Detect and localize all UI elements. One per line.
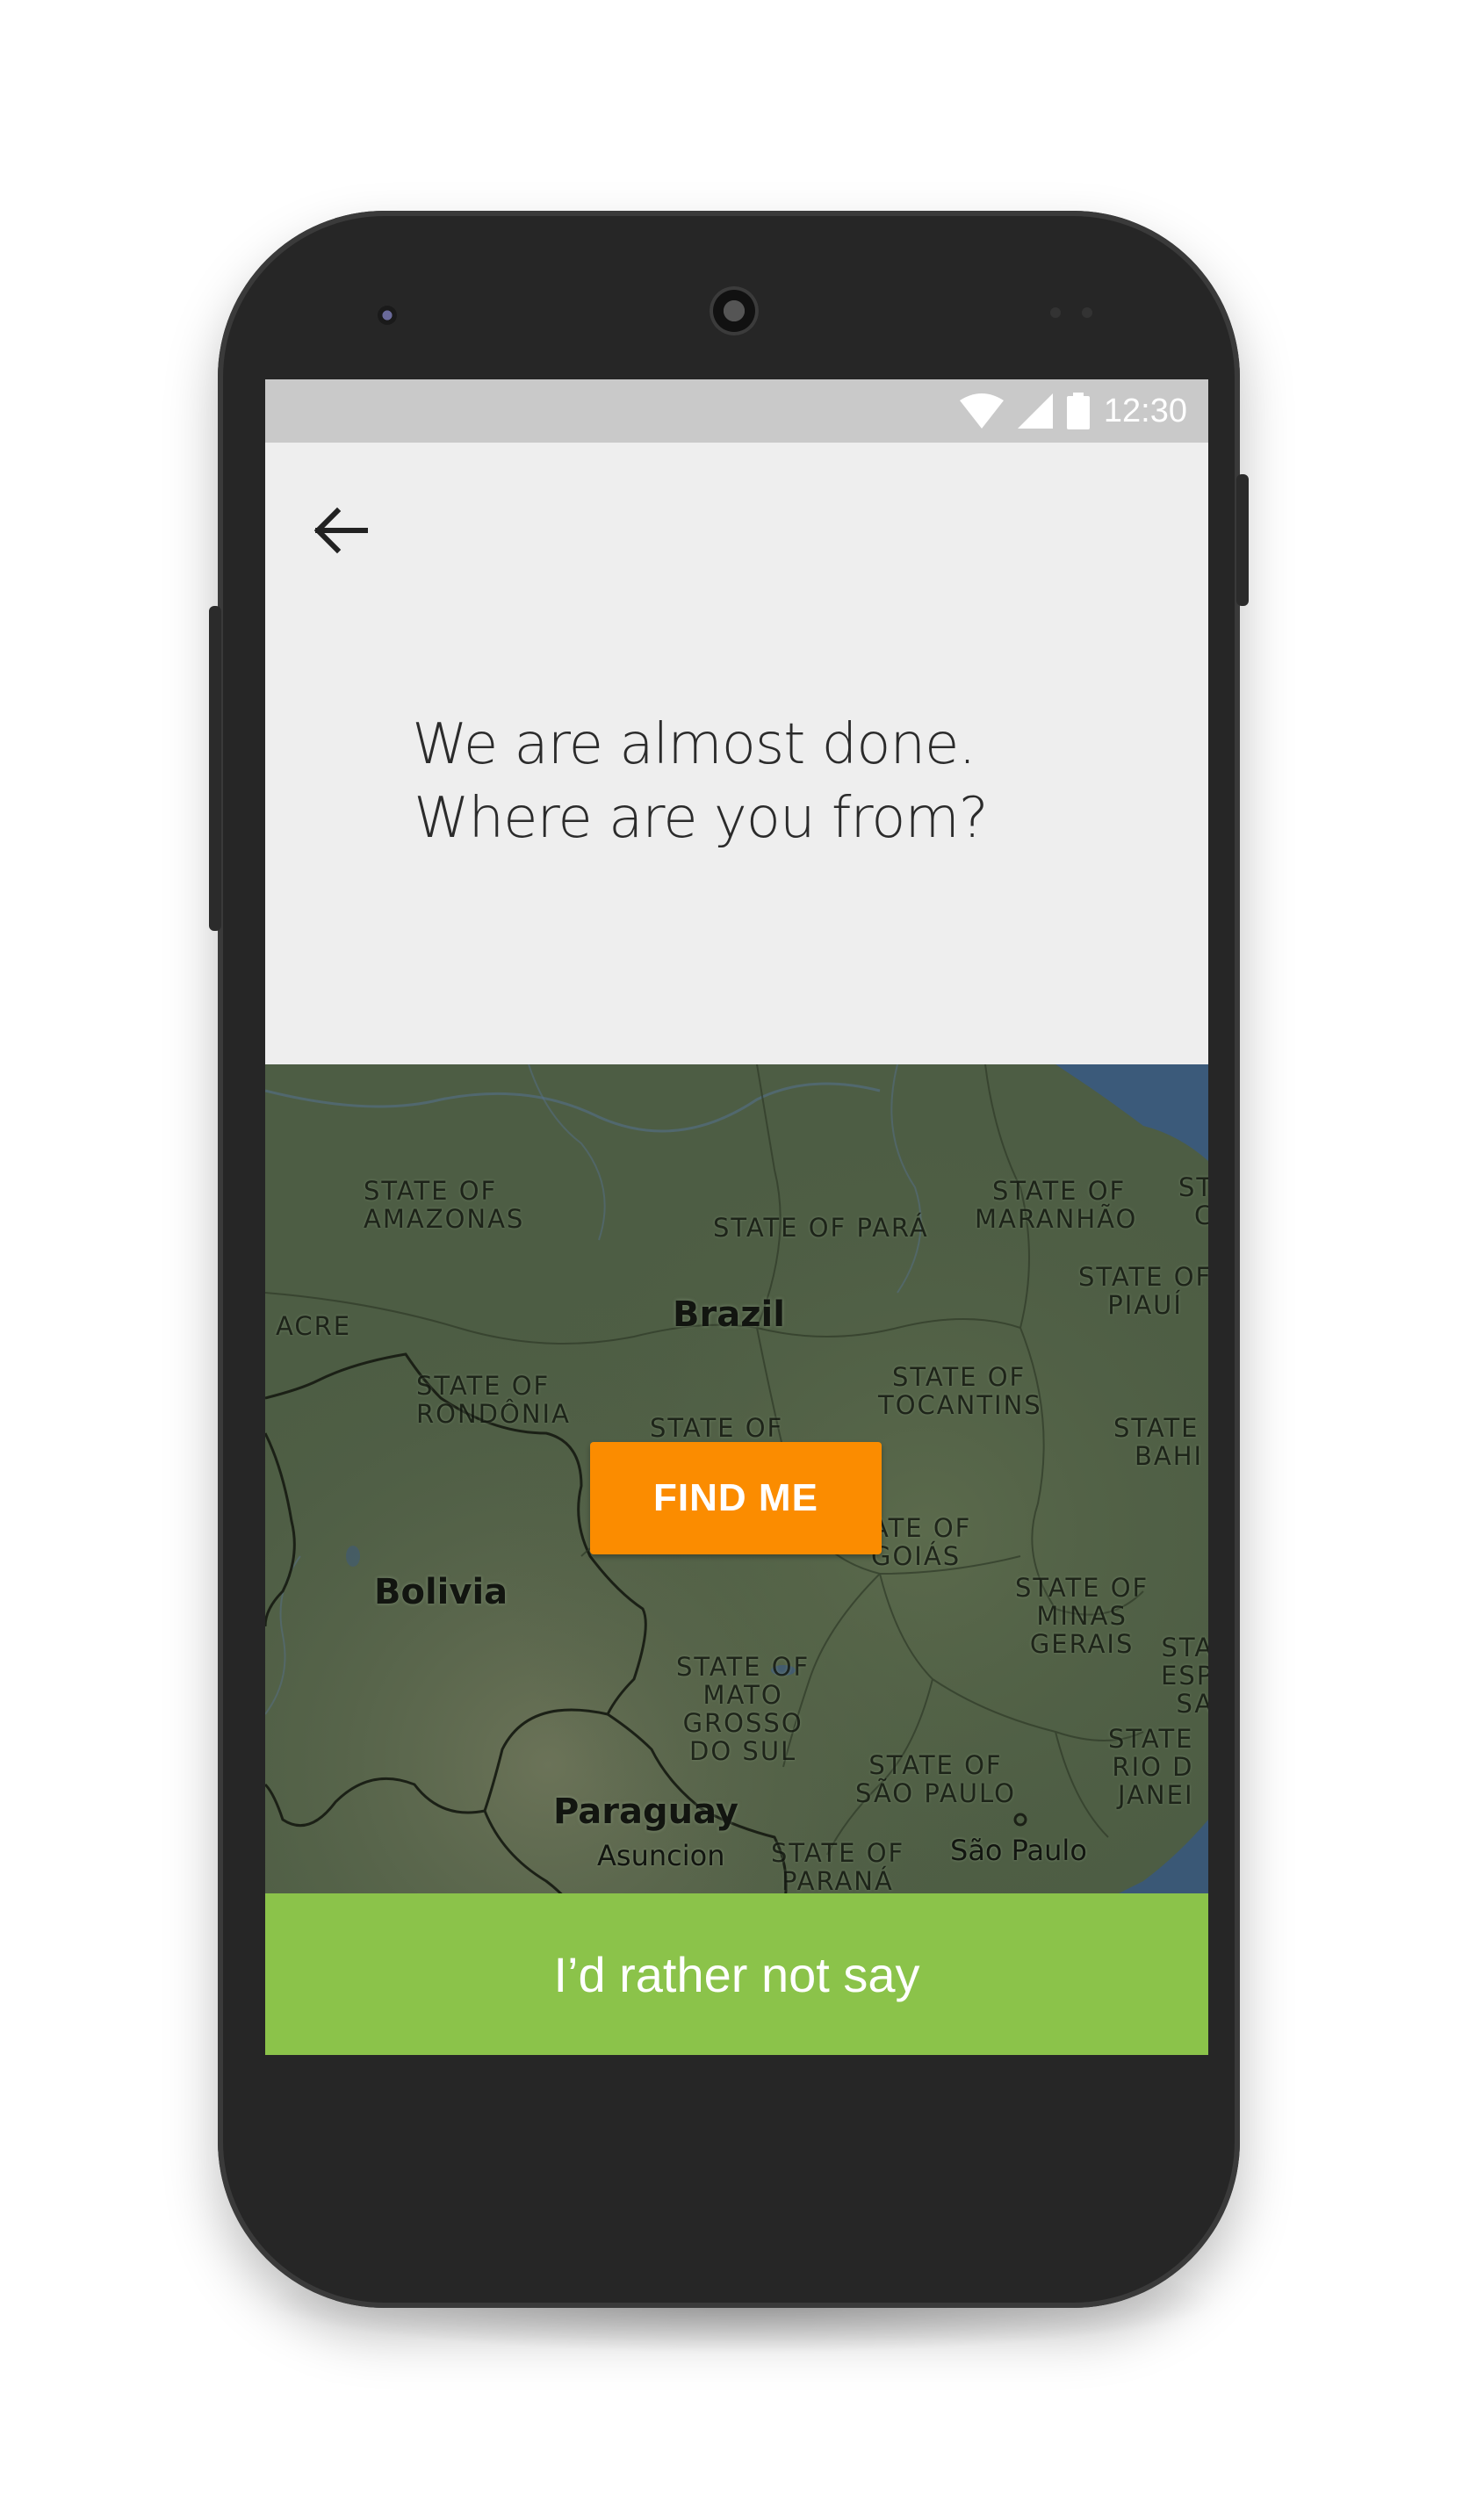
map-label-line: C xyxy=(1194,1200,1208,1230)
map-label-line: PIAUÍ xyxy=(1107,1290,1183,1320)
map-label-sao-paulo-state: STATE OF SÃO PAULO xyxy=(855,1751,1016,1807)
map-label-line: GROSSO xyxy=(682,1708,803,1738)
map-label-line: STATE OF xyxy=(771,1838,905,1868)
map-label-line: STATE OF xyxy=(364,1176,498,1206)
phone-screen: 12:30 We are almost done. Where are you … xyxy=(265,379,1208,2055)
volume-button xyxy=(209,606,221,931)
map-label-line: STATE xyxy=(1113,1413,1199,1443)
map-label-line: RIO D xyxy=(1112,1752,1194,1782)
map-label-line: MATO xyxy=(702,1680,783,1710)
map-label-line: AMAZONAS xyxy=(364,1204,525,1234)
map-label-line: STATE OF xyxy=(1078,1262,1208,1292)
map-label-minas: STATE OF MINAS GERAIS xyxy=(1015,1574,1149,1658)
map-label-line: TOCANTINS xyxy=(878,1390,1042,1420)
cell-signal-icon xyxy=(1017,393,1053,429)
question-panel: We are almost done. Where are you from? xyxy=(265,443,1208,1064)
map-label-acre: ACRE xyxy=(276,1312,351,1340)
map-label-goias: ATE OF GOIÁS xyxy=(871,1514,971,1570)
map-label-line: ATE OF xyxy=(871,1513,972,1543)
map-label-line: STATE OF xyxy=(868,1750,1003,1780)
map-label-line: ST xyxy=(1178,1172,1208,1202)
map-label-corner: ST C xyxy=(1178,1173,1208,1229)
map-label-para: STATE OF PARÁ xyxy=(713,1214,929,1242)
map-label-mato-grosso-sul: STATE OF MATO GROSSO DO SUL xyxy=(676,1653,810,1765)
map-label-line: MARANHÃO xyxy=(975,1204,1138,1234)
status-time: 12:30 xyxy=(1103,392,1187,429)
back-button[interactable] xyxy=(306,495,376,566)
map-label-line: ESP xyxy=(1161,1661,1208,1691)
map-label-line: SA xyxy=(1176,1689,1208,1719)
map-label-line: RONDÔNIA xyxy=(416,1399,571,1429)
map-label-line: STA xyxy=(1161,1633,1208,1662)
battery-icon xyxy=(1066,393,1090,429)
map-label-line: STATE OF xyxy=(892,1362,1027,1392)
map-label-line: MINAS xyxy=(1036,1601,1127,1631)
map-label-parana: STATE OF PARANÁ xyxy=(771,1839,904,1895)
map-label-line: STATE OF xyxy=(650,1413,784,1443)
map-label-rio: STATE RIO D JANEI xyxy=(1108,1725,1194,1809)
map-label-piaui: STATE OF PIAUÍ xyxy=(1078,1263,1208,1319)
question-text: We are almost done. Where are you from? xyxy=(265,708,1122,855)
map-label-line: GOIÁS xyxy=(871,1541,962,1571)
map-country-paraguay: Paraguay xyxy=(553,1792,738,1832)
power-button xyxy=(1236,474,1249,606)
map-label-line: STATE OF PARÁ xyxy=(713,1213,929,1243)
question-line-1: We are almost done. xyxy=(412,712,976,777)
map-label-espirito: STA ESP SA xyxy=(1161,1633,1208,1718)
map-label-line: ACRE xyxy=(276,1311,352,1341)
rather-not-say-button[interactable]: I’d rather not say xyxy=(265,1893,1208,2055)
map-label-line: STATE OF xyxy=(676,1652,810,1682)
map-label-line: STATE OF xyxy=(1015,1573,1149,1603)
find-me-button[interactable]: FIND ME xyxy=(590,1442,882,1554)
map-label-mato-grosso: STATE OF xyxy=(650,1414,783,1442)
map-label-line: DO SUL xyxy=(689,1736,797,1766)
map-label-maranhao: STATE OF MARANHÃO xyxy=(975,1177,1137,1233)
front-camera xyxy=(378,306,397,325)
map-view[interactable]: STATE OF AMAZONAS STATE OF PARÁ STATE OF… xyxy=(265,1064,1208,1998)
earpiece-speaker xyxy=(710,286,759,335)
light-sensor xyxy=(1082,307,1092,318)
map-label-line: PARANÁ xyxy=(782,1866,894,1896)
map-label-line: GERAIS xyxy=(1029,1629,1135,1659)
question-line-2: Where are you from? xyxy=(414,786,989,851)
status-icons: 12:30 xyxy=(959,392,1187,430)
map-label-line: JANEI xyxy=(1118,1780,1194,1810)
map-label-line: STATE OF xyxy=(992,1176,1127,1206)
map-label-bahia: STATE BAHI xyxy=(1113,1414,1203,1470)
map-label-line: SÃO PAULO xyxy=(855,1778,1016,1808)
map-country-brazil: Brazil xyxy=(673,1294,785,1335)
wifi-icon xyxy=(959,393,1004,429)
map-label-rondonia: STATE OF RONDÔNIA xyxy=(416,1372,571,1428)
arrow-left-icon xyxy=(313,507,368,554)
proximity-sensor xyxy=(1050,307,1061,318)
map-country-bolivia: Bolivia xyxy=(374,1572,508,1612)
map-city-asuncion: Asuncion xyxy=(597,1839,725,1872)
map-label-line: STATE xyxy=(1108,1724,1194,1754)
map-label-tocantins: STATE OF TOCANTINS xyxy=(878,1363,1042,1419)
map-label-line: STATE OF xyxy=(416,1371,551,1401)
status-bar: 12:30 xyxy=(265,379,1208,443)
map-city-sao-paulo: São Paulo xyxy=(950,1834,1087,1867)
map-label-amazonas: STATE OF AMAZONAS xyxy=(364,1177,524,1233)
map-label-line: BAHI xyxy=(1135,1441,1204,1471)
